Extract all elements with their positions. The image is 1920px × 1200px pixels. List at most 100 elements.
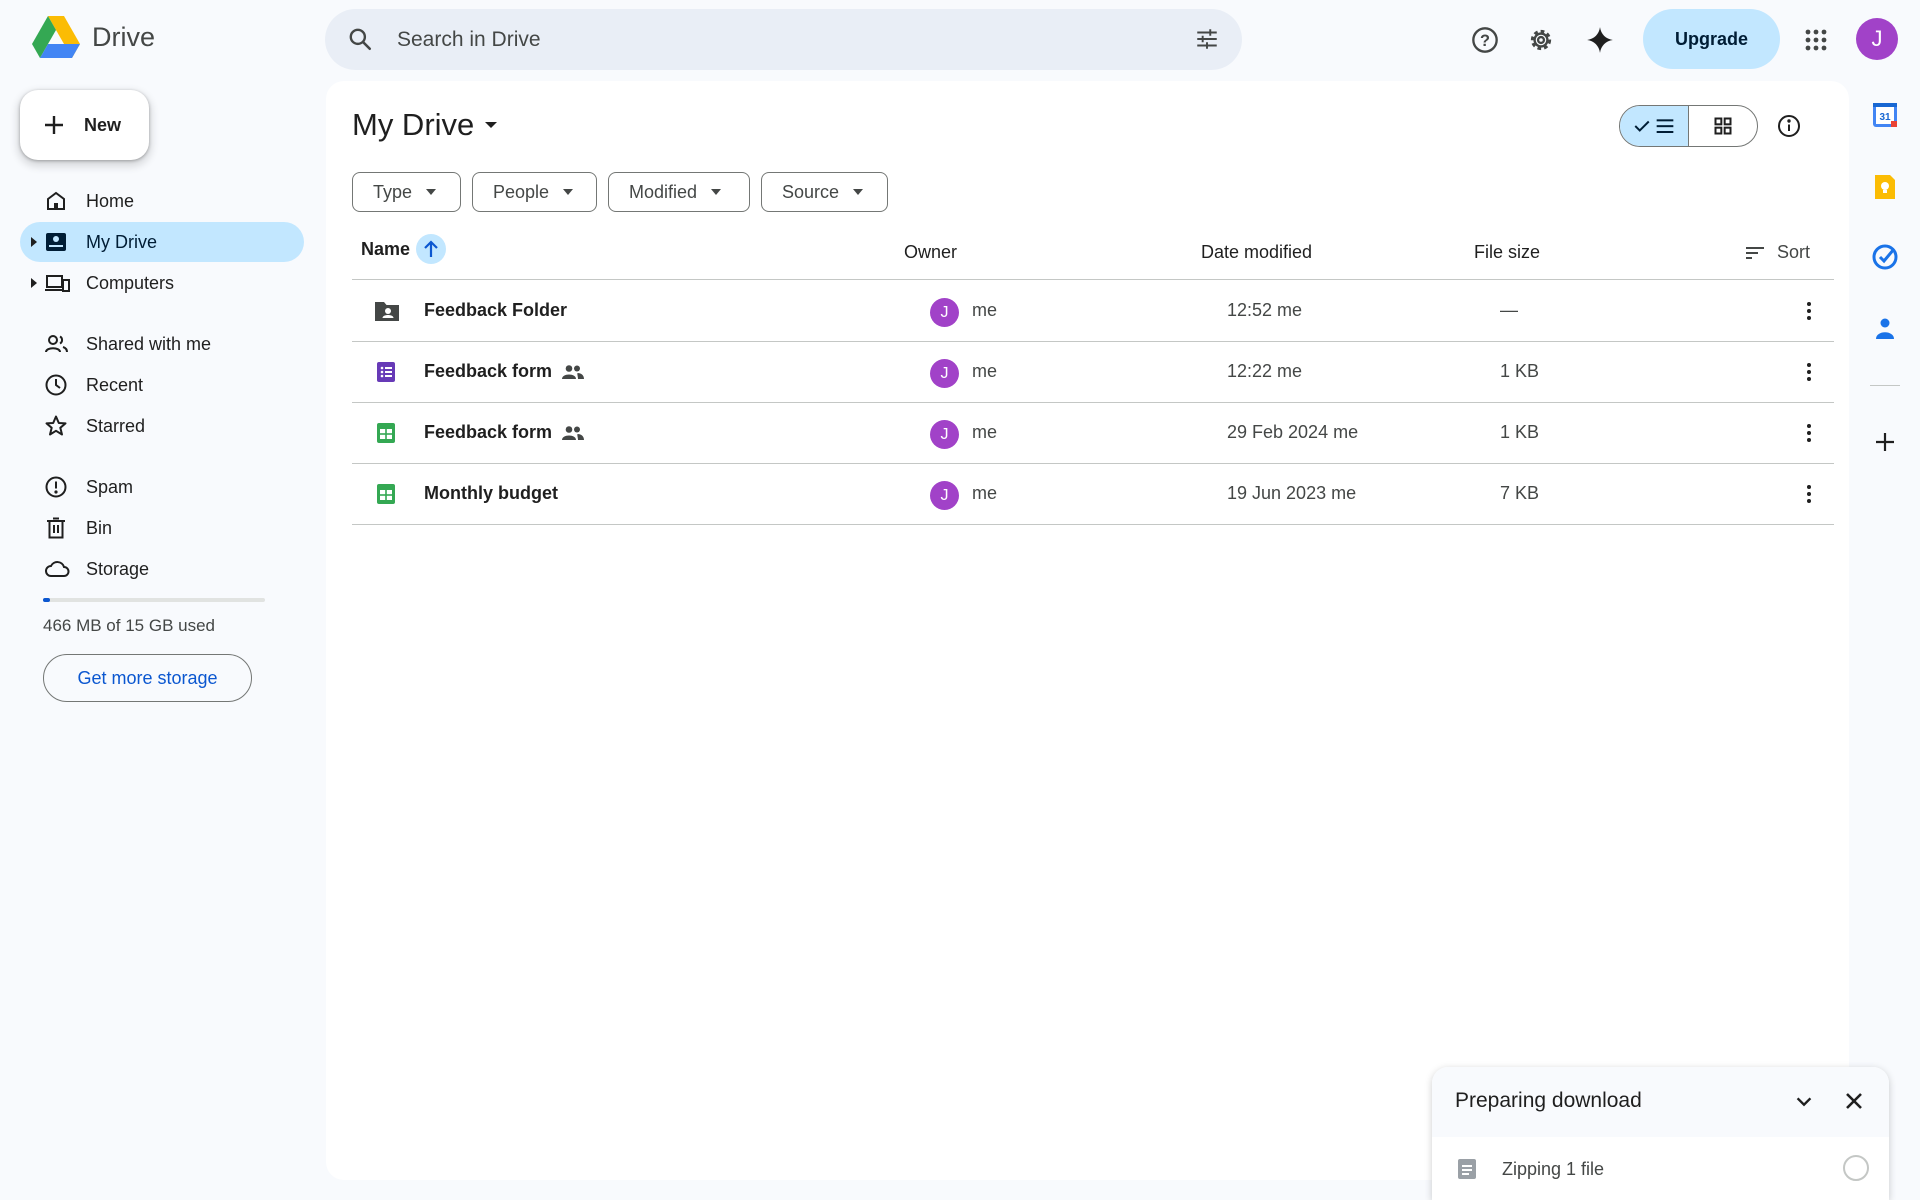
file-name: Feedback form bbox=[424, 361, 585, 382]
sidebar-item-shared[interactable]: Shared with me bbox=[20, 324, 304, 364]
filter-label: Source bbox=[782, 181, 840, 202]
sidebar-item-label: Starred bbox=[86, 416, 146, 436]
filter-modified-chip[interactable]: Modified bbox=[608, 172, 750, 212]
forms-icon bbox=[374, 360, 398, 384]
sidebar-item-label: Home bbox=[86, 191, 135, 211]
search-options-icon[interactable] bbox=[1194, 26, 1220, 52]
new-button[interactable]: New bbox=[20, 90, 149, 160]
main-panel: My Drive Type People Modified Source Nam… bbox=[326, 81, 1849, 1180]
info-icon[interactable] bbox=[1777, 114, 1801, 138]
list-view-button[interactable] bbox=[1620, 106, 1689, 146]
progress-spinner-icon bbox=[1843, 1155, 1869, 1181]
gemini-icon[interactable] bbox=[1580, 20, 1620, 60]
clock-icon bbox=[44, 373, 68, 397]
expand-caret-icon[interactable] bbox=[30, 278, 38, 288]
sidebar-item-bin[interactable]: Bin bbox=[20, 508, 304, 548]
storage-usage-text: 466 MB of 15 GB used bbox=[43, 616, 215, 635]
help-icon[interactable]: ? bbox=[1465, 20, 1505, 60]
sidebar-item-starred[interactable]: Starred bbox=[20, 406, 304, 446]
dropdown-arrow-icon bbox=[426, 189, 437, 195]
search-input[interactable] bbox=[397, 21, 1157, 58]
plus-icon bbox=[42, 113, 66, 137]
column-header-label: Name bbox=[361, 238, 411, 259]
file-name: Monthly budget bbox=[424, 483, 558, 504]
table-row[interactable]: Monthly budget J me 19 Jun 2023 me 7 KB bbox=[352, 464, 1834, 525]
account-avatar[interactable]: J bbox=[1856, 18, 1898, 60]
file-size: — bbox=[1500, 300, 1518, 320]
home-icon bbox=[44, 189, 68, 213]
drive-logo[interactable]: Drive bbox=[32, 16, 155, 58]
contacts-icon[interactable] bbox=[1872, 315, 1898, 341]
sidebar-item-label: Recent bbox=[86, 375, 144, 395]
side-panel-divider bbox=[1870, 385, 1900, 386]
column-header-date-modified[interactable]: Date modified bbox=[1201, 242, 1312, 263]
calendar-icon[interactable]: 31 bbox=[1872, 102, 1898, 128]
owner-avatar: J bbox=[930, 359, 959, 388]
owner-name: me bbox=[972, 483, 998, 503]
cloud-icon bbox=[44, 557, 70, 581]
sidebar-item-storage[interactable]: Storage bbox=[20, 549, 304, 589]
file-size: 7 KB bbox=[1500, 483, 1540, 503]
owner-avatar: J bbox=[930, 481, 959, 510]
grid-view-button[interactable] bbox=[1689, 106, 1758, 146]
dropdown-arrow-icon bbox=[711, 189, 722, 195]
more-options-icon[interactable] bbox=[1797, 421, 1821, 445]
page-title[interactable]: My Drive bbox=[352, 107, 498, 143]
sidebar-item-my-drive[interactable]: My Drive bbox=[20, 222, 304, 262]
sidebar-item-recent[interactable]: Recent bbox=[20, 365, 304, 405]
owner-name: me bbox=[972, 361, 998, 381]
close-icon[interactable] bbox=[1842, 1089, 1866, 1113]
sidebar-item-computers[interactable]: Computers bbox=[20, 263, 304, 303]
filter-label: Modified bbox=[629, 181, 698, 202]
bin-icon bbox=[44, 516, 68, 540]
owner-name: me bbox=[972, 422, 998, 442]
file-name: Feedback form bbox=[424, 422, 585, 443]
more-options-icon[interactable] bbox=[1797, 299, 1821, 323]
sidebar-item-home[interactable]: Home bbox=[20, 181, 304, 221]
file-name: Feedback Folder bbox=[424, 300, 567, 321]
sheets-icon bbox=[374, 482, 398, 506]
star-icon bbox=[44, 414, 68, 438]
filter-type-chip[interactable]: Type bbox=[352, 172, 461, 212]
expand-caret-icon[interactable] bbox=[30, 237, 38, 247]
shared-people-icon bbox=[562, 364, 585, 380]
check-icon bbox=[1633, 117, 1651, 135]
shared-icon bbox=[44, 332, 68, 356]
column-header-file-size[interactable]: File size bbox=[1474, 242, 1540, 263]
filter-source-chip[interactable]: Source bbox=[761, 172, 888, 212]
drive-logo-icon bbox=[32, 16, 80, 58]
filter-people-chip[interactable]: People bbox=[472, 172, 597, 212]
apps-grid-icon[interactable] bbox=[1796, 20, 1836, 60]
sort-button[interactable]: Sort bbox=[1745, 242, 1810, 263]
sidebar-item-label: Bin bbox=[86, 518, 113, 538]
file-name-text: Feedback form bbox=[424, 361, 553, 381]
date-modified: 19 Jun 2023 me bbox=[1227, 483, 1357, 503]
storage-usage-bar bbox=[43, 598, 265, 602]
column-header-name[interactable]: Name bbox=[361, 234, 447, 264]
get-more-storage-button[interactable]: Get more storage bbox=[43, 654, 252, 702]
storage-usage-fill bbox=[43, 598, 50, 602]
more-options-icon[interactable] bbox=[1797, 482, 1821, 506]
sort-ascending-icon[interactable] bbox=[416, 234, 447, 264]
add-icon[interactable] bbox=[1872, 429, 1898, 455]
file-name-text: Feedback form bbox=[424, 422, 553, 442]
sidebar-item-spam[interactable]: Spam bbox=[20, 467, 304, 507]
upgrade-button[interactable]: Upgrade bbox=[1643, 9, 1780, 69]
search-bar[interactable] bbox=[325, 9, 1242, 70]
sidebar-item-label: Spam bbox=[86, 477, 134, 497]
column-header-owner[interactable]: Owner bbox=[904, 242, 957, 263]
table-row[interactable]: Feedback Folder J me 12:52 me — bbox=[352, 281, 1834, 342]
table-row[interactable]: Feedback form J me 12:22 me 1 KB bbox=[352, 342, 1834, 403]
keep-icon[interactable] bbox=[1872, 174, 1898, 200]
table-row[interactable]: Feedback form J me 29 Feb 2024 me 1 KB bbox=[352, 403, 1834, 464]
more-options-icon[interactable] bbox=[1797, 360, 1821, 384]
date-modified: 29 Feb 2024 me bbox=[1227, 422, 1359, 442]
filter-chips: Type People Modified Source bbox=[352, 172, 888, 212]
collapse-chevron-icon[interactable] bbox=[1793, 1091, 1815, 1113]
sidebar-item-label: Computers bbox=[86, 273, 175, 293]
sidebar-item-label: Shared with me bbox=[86, 334, 212, 354]
date-modified: 12:52 me bbox=[1227, 300, 1303, 320]
tasks-icon[interactable] bbox=[1872, 244, 1898, 270]
settings-icon[interactable] bbox=[1521, 20, 1561, 60]
search-icon[interactable] bbox=[347, 26, 373, 52]
